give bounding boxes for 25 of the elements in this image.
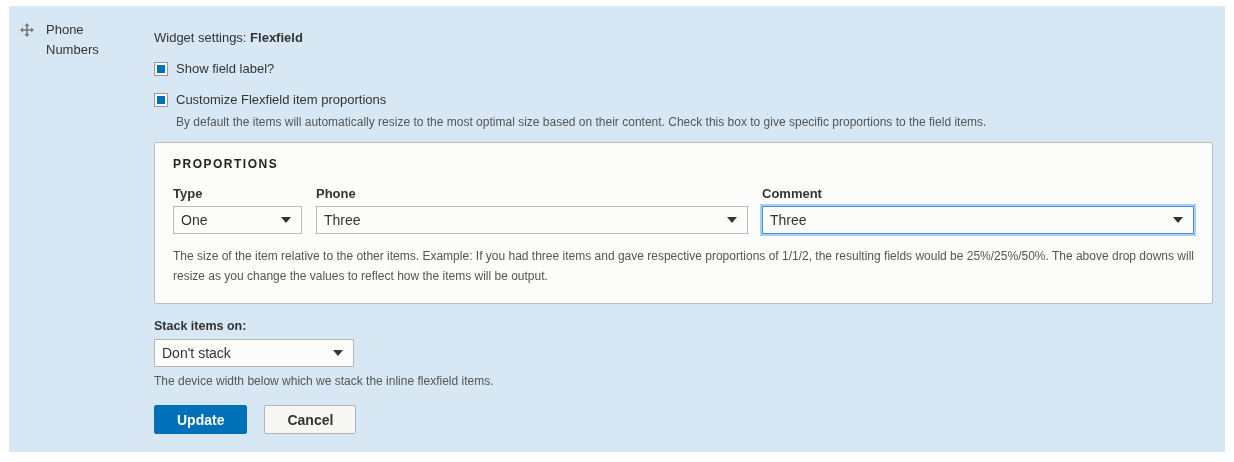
caret-icon bbox=[1173, 217, 1183, 223]
select-label: Stack items on: bbox=[154, 319, 248, 334]
checkbox[interactable] bbox=[154, 62, 168, 76]
select-description: The device width below which we stack the inline flexfield items. bbox=[154, 373, 495, 389]
widget-settings-title: Widget settings: Flexfield bbox=[154, 30, 304, 46]
dropdown-select[interactable]: Don't stack bbox=[154, 339, 354, 367]
checkbox-description: By default the items will automatically resize to the most optimal size based on their content. Check this box to give specific proportions to the field items. bbox=[175, 114, 988, 130]
cancel-button[interactable]: Cancel bbox=[264, 405, 357, 434]
help-text: The size of the item relative to the other items. Example: If you had three items and gave respective proportions of 1/1/2, the resulting fields would be 25%/25%/50%. The above drop downs will resize as you change the values to reflect how the items will be output. bbox=[173, 248, 1194, 285]
checkbox-label: Customize Flexfield item proportions bbox=[176, 92, 387, 108]
dropdown-select[interactable]: Three bbox=[762, 206, 1194, 234]
select-label: Phone bbox=[316, 186, 357, 201]
caret-icon bbox=[727, 217, 737, 223]
caret-icon bbox=[281, 217, 291, 223]
update-button[interactable]: Update bbox=[154, 405, 248, 434]
move-handle-icon[interactable] bbox=[20, 23, 34, 37]
caret-icon bbox=[333, 350, 343, 356]
fieldset-legend: PROPORTIONS bbox=[173, 157, 1194, 171]
dropdown-select[interactable]: One bbox=[173, 206, 302, 234]
checkbox[interactable] bbox=[154, 93, 168, 107]
checkbox-label: Show field label? bbox=[176, 61, 275, 77]
dropdown-select[interactable]: Three bbox=[316, 206, 748, 234]
field-label: Phone Numbers bbox=[46, 21, 100, 59]
select-label: Comment bbox=[762, 186, 823, 201]
select-label: Type bbox=[173, 186, 204, 201]
